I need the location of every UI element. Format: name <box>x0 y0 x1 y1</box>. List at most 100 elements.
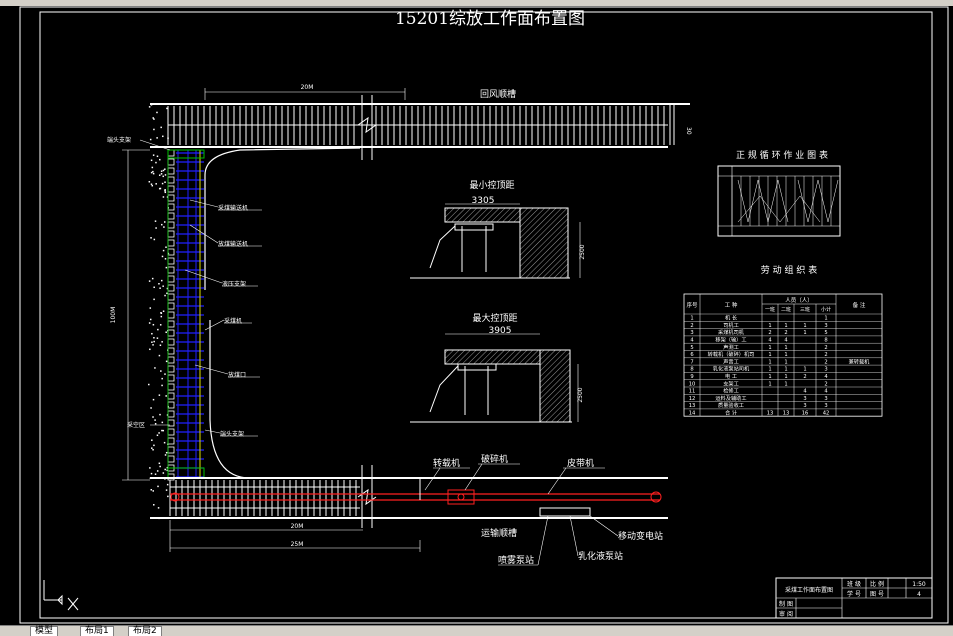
labor-cell: 运料及辅助工 <box>715 394 746 402</box>
labor-cell: 3 <box>824 323 827 329</box>
labor-cell: 3 <box>803 396 806 402</box>
labor-cell: 1 <box>784 381 787 387</box>
section-min-height: 2500 <box>579 244 586 259</box>
labor-cell: 4 <box>824 389 828 395</box>
labor-cell: 1 <box>824 316 827 322</box>
labor-cell: 3 <box>824 403 827 409</box>
haulage-roadway <box>150 465 668 528</box>
labor-cell: 1 <box>803 323 806 329</box>
labor-header-0: 序号 <box>686 301 698 309</box>
labor-cell: 2 <box>690 323 693 329</box>
ucs-icon <box>44 580 78 610</box>
labor-cell: 检修工 <box>723 387 739 395</box>
tb-scale: 1:50 <box>912 581 926 588</box>
tb-drawing-no: 4 <box>917 591 921 598</box>
label-conveyor-rear: 放煤输送机 <box>218 240 248 248</box>
section-min-title: 最小控顶距 <box>469 179 514 191</box>
labor-cell: 1 <box>768 352 771 358</box>
labor-cell: 4 <box>690 338 694 344</box>
return-airway <box>150 95 690 160</box>
labor-cell: 4 <box>824 374 828 380</box>
labor-cell: 3 <box>824 396 827 402</box>
labor-cell: 1 <box>768 345 771 351</box>
labor-cell: 1 <box>690 316 693 322</box>
labor-cell: 1 <box>768 367 771 373</box>
labor-cell: 1 <box>784 374 787 380</box>
label-shearer: 采煤机 <box>224 317 242 325</box>
labor-cell: 1 <box>803 367 806 373</box>
title-block: 采煤工作面布置图 班 级 比 例 1:50 学 号 图 号 4 制 图 审 阅 <box>776 578 932 618</box>
labor-header-1: 工 种 <box>725 301 738 309</box>
drawing-canvas: 15201综放工作面布置图 回风顺槽 20M 30 100M 端头支架 采空区 <box>0 0 953 635</box>
labor-cell: 6 <box>690 352 693 358</box>
label-hydraulic-support: 液压支架 <box>222 280 246 288</box>
label-spray-pump: 喷雾泵站 <box>498 554 534 566</box>
section-max: 最大控顶距 3905 2500 <box>410 312 584 422</box>
label-emulsion-pump: 乳化液泵站 <box>578 550 623 562</box>
labor-subheader-2: 三班 <box>800 306 810 313</box>
title-block-name: 采煤工作面布置图 <box>785 586 833 594</box>
labor-cell: 1 <box>784 352 787 358</box>
labor-cell: 4 <box>784 338 788 344</box>
labor-cell: 1 <box>768 323 771 329</box>
labor-cell: 5 <box>690 345 693 351</box>
labor-cell: 4 <box>803 389 807 395</box>
labor-subheader-0: 一班 <box>765 306 775 313</box>
tb-scale-label: 比 例 <box>870 580 884 588</box>
label-crusher: 破碎机 <box>481 453 508 465</box>
labor-table: 序号工 种人员（人）备 注一班 二班 三班 小计1 机 长 12 司机工 1 1 1 33 采煤机司机… <box>684 294 882 417</box>
labor-cell: 司机工 <box>723 321 739 329</box>
labor-cell: 支架工 <box>723 379 739 387</box>
labor-cell: 2 <box>824 381 827 387</box>
dim-top: 20M <box>301 84 314 91</box>
labor-cell: 8 <box>690 367 693 373</box>
labor-table-title: 劳 动 组 织 表 <box>761 264 817 276</box>
labor-cell: 乳化液泵站司机 <box>713 365 750 373</box>
tb-drawn: 制 图 <box>779 600 793 608</box>
labor-cell: 合 计 <box>725 409 737 417</box>
labor-cell: 8 <box>824 338 827 344</box>
labor-cell: 声测工 <box>723 343 739 351</box>
dim-right: 30 <box>685 127 692 135</box>
labor-cell: 2 <box>824 359 827 365</box>
labor-cell: 2 <box>768 330 771 336</box>
labor-cell: 机 长 <box>725 314 738 322</box>
section-max-height: 2500 <box>577 387 584 402</box>
bottom-roadway-label: 运输顺槽 <box>481 527 517 539</box>
labor-cell: 13 <box>783 411 790 417</box>
labor-cell: 1 <box>784 323 787 329</box>
label-caving-opening: 放煤口 <box>228 371 246 379</box>
labor-cell: 11 <box>689 389 696 395</box>
tb-drawing-no-label: 图 号 <box>870 591 884 598</box>
labor-cell: 3 <box>803 403 806 409</box>
labor-cell: 声音工 <box>723 357 739 365</box>
cycle-chart-title: 正 规 循 环 作 业 图 表 <box>736 149 828 161</box>
dim-face: 100M <box>110 307 117 324</box>
labor-cell: 1 <box>784 359 787 365</box>
labor-header-2: 人员（人） <box>785 297 813 304</box>
labor-cell: 12 <box>689 396 696 402</box>
labor-cell: 5 <box>824 330 827 336</box>
labor-cell: 2 <box>824 352 827 358</box>
section-min-width: 3305 <box>472 196 495 206</box>
dim-bottom-outer: 25M <box>291 541 304 548</box>
labor-cell: 转载机（破碎）机司 <box>708 350 755 358</box>
labor-cell: 1 <box>784 367 787 373</box>
section-max-title: 最大控顶距 <box>472 312 517 324</box>
labor-subheader-1: 二班 <box>781 306 791 313</box>
labor-cell: 电 工 <box>725 372 737 380</box>
labor-cell: 13 <box>767 411 774 417</box>
section-max-width: 3905 <box>489 326 512 336</box>
labor-cell: 13 <box>689 403 696 409</box>
labor-cell: 1 <box>768 374 771 380</box>
labor-cell: 14 <box>689 411 696 417</box>
layout-tabs: 模型 布局1 布局2 <box>0 625 953 636</box>
labor-cell: 1 <box>768 381 771 387</box>
tb-checked: 审 阅 <box>779 610 793 618</box>
drawing-title: 15201综放工作面布置图 <box>395 9 585 29</box>
label-head-support-top: 端头支架 <box>107 136 131 144</box>
labor-cell: 2 <box>803 374 806 380</box>
labor-cell: 10 <box>689 381 696 387</box>
labor-cell: 1 <box>768 359 771 365</box>
labor-cell: 采煤机司机 <box>718 328 745 336</box>
